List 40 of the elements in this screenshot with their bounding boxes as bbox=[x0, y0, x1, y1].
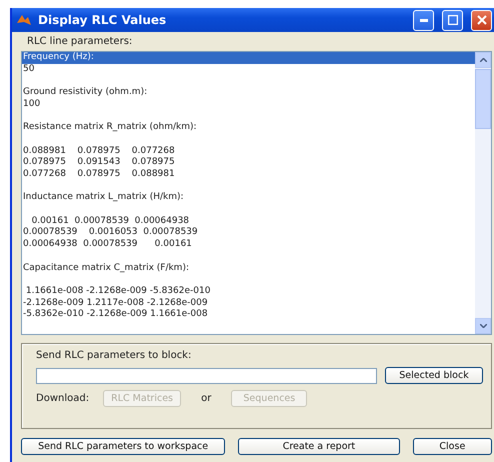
app-icon bbox=[16, 13, 32, 27]
window-title: Display RLC Values bbox=[38, 13, 168, 27]
close-icon bbox=[476, 15, 486, 25]
list-item[interactable]: 0.088981 0.078975 0.077268 bbox=[22, 134, 475, 158]
caret-up-icon bbox=[480, 58, 486, 62]
list-item[interactable]: 0.00064938 0.00078539 0.00161 bbox=[22, 239, 475, 251]
list-item[interactable]: Resistance matrix R_matrix (ohm/km): bbox=[22, 110, 475, 134]
list-item[interactable]: -5.8362e-010 -2.1268e-009 1.1661e-008 bbox=[22, 309, 475, 322]
list-item[interactable]: 0.00161 0.00078539 0.00064938 bbox=[22, 204, 475, 228]
maximize-icon bbox=[448, 15, 458, 25]
scroll-up-button[interactable] bbox=[475, 52, 491, 68]
action-button[interactable]: Close bbox=[412, 438, 492, 455]
list-item[interactable]: -2.1268e-009 1.2117e-008 -2.1268e-009 bbox=[22, 298, 475, 310]
block-input-field[interactable] bbox=[36, 368, 377, 384]
scroll-thumb[interactable] bbox=[475, 69, 491, 129]
selected-block-button[interactable]: Selected block bbox=[385, 367, 483, 384]
list-item[interactable]: Ground resistivity (ohm.m): bbox=[22, 75, 475, 99]
minimize-button[interactable] bbox=[413, 10, 434, 30]
maximize-button[interactable] bbox=[442, 10, 463, 30]
list-item[interactable]: Inductance matrix L_matrix (H/km): bbox=[22, 180, 475, 204]
scroll-down-button[interactable] bbox=[475, 318, 491, 334]
minimize-icon bbox=[420, 18, 428, 22]
list-item[interactable]: 0.00078539 0.0016053 0.00078539 bbox=[22, 227, 475, 240]
list-item[interactable]: 1.1661e-008 -2.1268e-009 -5.8362e-010 bbox=[22, 274, 475, 298]
list-item[interactable]: Capacitance matrix C_matrix (F/km): bbox=[22, 250, 475, 274]
list-item[interactable]: 0.078975 0.091543 0.078975 bbox=[22, 157, 475, 169]
action-button[interactable]: Create a report bbox=[238, 438, 400, 455]
or-label: or bbox=[201, 393, 212, 404]
action-button[interactable]: Send RLC parameters to workspace bbox=[21, 438, 226, 455]
list-item[interactable]: 50 bbox=[22, 64, 475, 76]
close-button[interactable] bbox=[471, 10, 492, 30]
download-label: Download: bbox=[36, 393, 90, 404]
listbox-label: RLC line parameters: bbox=[27, 36, 134, 49]
list-item[interactable]: 100 bbox=[22, 98, 475, 110]
scrollbar[interactable] bbox=[475, 52, 491, 334]
list-item[interactable]: Frequency (Hz): bbox=[22, 52, 475, 64]
parameters-listbox[interactable] bbox=[21, 51, 492, 335]
caret-down-icon bbox=[480, 324, 486, 328]
panel-label: Send RLC parameters to block: bbox=[36, 350, 192, 361]
list-item[interactable]: 0.077268 0.078975 0.088981 bbox=[22, 168, 475, 181]
